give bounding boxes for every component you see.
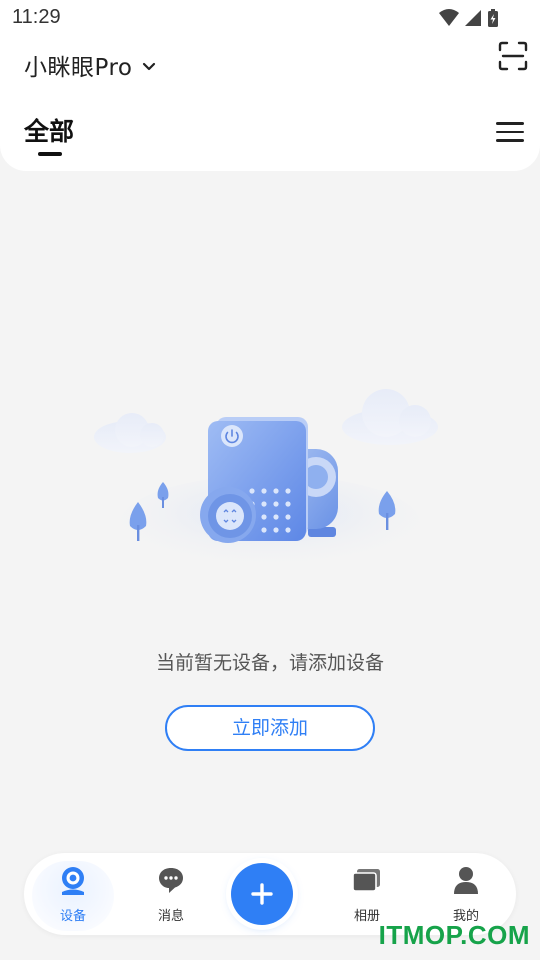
menu-icon[interactable] [496, 122, 524, 146]
cloud-left [94, 413, 166, 453]
cellular-signal-icon [465, 10, 481, 26]
status-bar: 11:29 [0, 0, 540, 38]
tab-active-indicator [38, 152, 62, 156]
message-icon [159, 868, 183, 893]
nav-label-messages: 消息 [157, 909, 184, 924]
app-selector[interactable]: 小眯眼Pro [24, 50, 156, 81]
user-icon [454, 867, 478, 894]
album-icon [352, 869, 380, 892]
chevron-down-icon [142, 62, 155, 70]
plus-icon [251, 883, 273, 905]
empty-state-message: 当前暂无设备，请添加设备 [155, 652, 384, 674]
battery-charging-icon [488, 9, 498, 27]
header: 小眯眼Pro 全部 [0, 38, 540, 171]
round-sensor [200, 487, 256, 543]
device-empty-illustration [94, 389, 438, 571]
scan-icon[interactable] [497, 40, 529, 72]
status-time: 11:29 [12, 6, 61, 28]
app-title: 小眯眼Pro [24, 55, 133, 81]
add-device-button[interactable]: 立即添加 [165, 705, 375, 751]
wifi-icon [439, 9, 459, 26]
add-device-fab[interactable] [231, 863, 293, 925]
watermark: ITMOP.COM [378, 920, 530, 950]
cloud-right [342, 389, 438, 445]
camera-icon [62, 867, 84, 895]
nav-item-devices[interactable]: 设备 [33, 853, 113, 935]
status-icons [438, 8, 500, 28]
nav-label-devices: 设备 [59, 909, 86, 924]
nav-item-messages[interactable]: 消息 [131, 853, 211, 935]
tab-all[interactable]: 全部 [24, 112, 74, 148]
